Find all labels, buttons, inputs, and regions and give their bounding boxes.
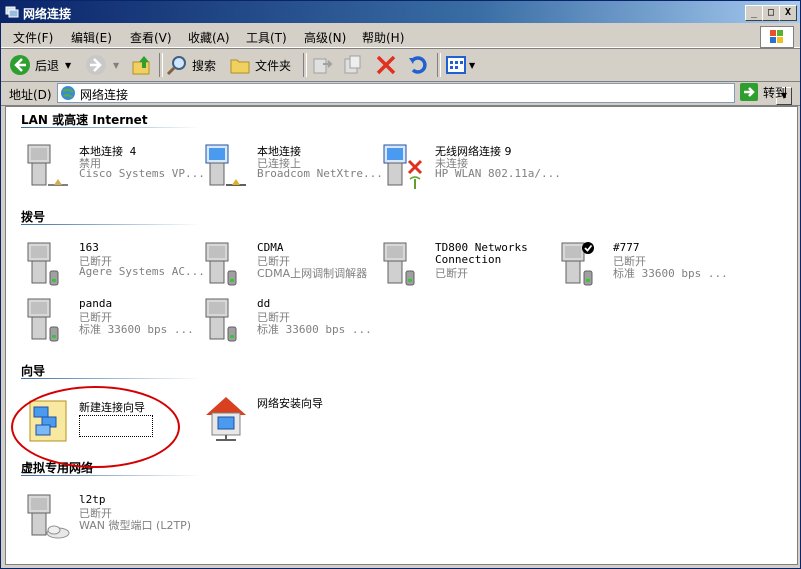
folders-label: 文件夹 [255,58,292,73]
group-divider [21,127,201,128]
group-title-lan: LAN 或高速 Internet [21,113,148,127]
connection-777[interactable]: #777 已断开 标准 33600 bps ... [558,241,734,293]
connection-wireless-9[interactable]: 无线网络连接 9 未连接 HP WLAN 802.11a/... [380,143,561,195]
forward-arrow-icon [86,55,106,75]
views-dropdown-icon[interactable]: ▼ [469,61,475,70]
up-folder-button[interactable] [131,53,153,77]
search-icon [166,56,186,76]
network-setup-wizard[interactable]: 网络安装向导 [202,393,378,445]
forward-dropdown-icon[interactable]: ▼ [113,61,119,70]
connection-local-4[interactable]: 本地连接 4 禁用 Cisco Systems VP... [24,143,205,195]
views-icon [446,56,466,74]
maximize-button[interactable]: □ [762,5,780,21]
connection-device: 标准 33600 bps ... [613,267,728,280]
windows-logo-icon [760,26,794,48]
folders-icon [230,59,250,74]
menu-favorites[interactable]: 收藏(A) [188,29,230,46]
go-button[interactable]: 转到 [740,83,787,101]
connection-l2tp[interactable]: l2tp 已断开 WAN 微型端口 (L2TP) [24,493,200,545]
address-value: 网络连接 [80,88,129,102]
home-network-wizard-icon [206,397,246,441]
back-arrow-icon [10,55,30,75]
delete-button[interactable] [375,53,397,77]
group-divider [21,378,201,379]
undo-icon [409,56,427,74]
menu-tools[interactable]: 工具(T) [246,29,287,46]
menu-edit[interactable]: 编辑(E) [71,29,112,46]
menu-file[interactable]: 文件(F) [13,29,53,46]
group-divider [21,475,201,476]
connection-local[interactable]: 本地连接 已连接上 Broadcom NetXtre... [202,143,383,195]
toolbar-separator [159,53,163,77]
group-title-dialup: 拨号 [21,210,46,224]
delete-icon [376,55,396,75]
up-folder-icon [132,56,150,75]
go-label: 转到 [763,85,788,100]
window: 网络连接 _ □ X 文件(F) 编辑(E) 查看(V) 收藏(A) 工具(T)… [0,0,801,569]
go-arrow-icon [740,83,758,101]
title-bar[interactable]: 网络连接 _ □ X [1,1,800,23]
connection-device: Agere Systems AC... [79,265,205,278]
group-divider [21,224,201,225]
dialup-default-icon [561,242,594,286]
connection-device: 标准 33600 bps ... [79,323,194,336]
lan-connection-icon [27,144,68,186]
dialup-connection-icon [205,298,237,342]
dialup-connection-icon [383,242,415,286]
dialup-connection-icon [27,242,59,286]
search-button[interactable]: 搜索 [166,53,216,77]
connection-panda[interactable]: panda 已断开 标准 33600 bps ... [24,297,200,349]
forward-button[interactable]: ▼ [85,53,119,77]
connection-td800[interactable]: TD800 Networks Connection 已断开 [380,241,556,293]
connection-cdma[interactable]: CDMA 已断开 CDMA上网调制调解器 [202,241,378,293]
move-to-icon [313,58,333,74]
toolbar-separator [437,53,441,77]
connection-163[interactable]: 163 已断开 Agere Systems AC... [24,241,205,293]
network-connections-icon [5,6,19,18]
dialup-connection-icon [205,242,237,286]
connection-device: 标准 33600 bps ... [257,323,372,336]
back-dropdown-icon[interactable]: ▼ [65,61,71,70]
undo-button[interactable] [407,53,429,77]
toolbar-separator [303,53,307,77]
connection-device: Cisco Systems VP... [79,167,205,180]
copy-to-button[interactable] [342,53,364,77]
connection-device: Broadcom NetXtre... [257,167,383,180]
back-label: 后退 [35,58,60,73]
connections-list: LAN 或高速 Internet 本地连接 4 禁用 Cisco Systems… [5,106,798,565]
vpn-connection-icon [27,494,70,539]
lan-connected-icon [205,144,246,186]
window-title: 网络连接 [23,7,72,21]
connection-device: CDMA上网调制调解器 [257,267,368,280]
menu-bar: 文件(F) 编辑(E) 查看(V) 收藏(A) 工具(T) 高级(N) 帮助(H… [1,25,800,48]
wizard-name: 网络安装向导 [257,397,323,410]
menu-advanced[interactable]: 高级(N) [304,29,346,46]
address-label: 地址(D) [9,88,52,102]
address-bar: 地址(D) 网络连接 ▼ 转到 [1,81,800,106]
connection-device: HP WLAN 802.11a/... [435,167,561,180]
move-to-button[interactable] [311,53,333,77]
copy-to-icon [344,55,361,74]
dialup-connection-icon [27,298,59,342]
address-input[interactable]: 网络连接 ▼ [57,83,792,105]
search-label: 搜索 [192,58,217,73]
views-button[interactable]: ▼ [445,53,475,77]
connection-device: WAN 微型端口 (L2TP) [79,519,192,532]
menu-view[interactable]: 查看(V) [130,29,172,46]
menu-help[interactable]: 帮助(H) [362,29,404,46]
toolbar: 后退 ▼ ▼ 搜索 文件夹 ▼ [1,48,800,82]
minimize-button[interactable]: _ [745,5,763,21]
back-button[interactable]: 后退 ▼ [9,53,71,77]
folders-button[interactable]: 文件夹 [229,53,291,77]
connection-dd[interactable]: dd 已断开 标准 33600 bps ... [202,297,378,349]
group-title-wizard: 向导 [21,364,46,378]
close-button[interactable]: X [779,5,797,21]
annotation-circle [11,386,180,468]
wireless-disconnected-icon [383,144,423,189]
connection-status: 已断开 [435,267,468,280]
network-globe-icon [61,86,75,100]
